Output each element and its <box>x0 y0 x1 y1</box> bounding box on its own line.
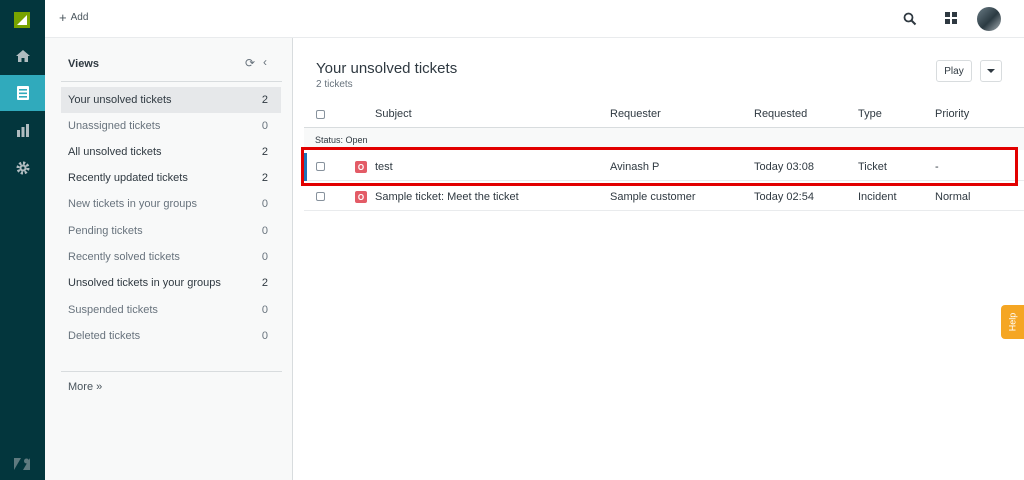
view-label: New tickets in your groups <box>68 198 197 210</box>
column-subject[interactable]: Subject <box>375 108 412 120</box>
zendesk-logo[interactable] <box>12 9 34 31</box>
column-priority[interactable]: Priority <box>935 108 969 120</box>
status-badge: O <box>355 191 367 203</box>
view-label: Suspended tickets <box>68 304 158 316</box>
select-all-checkbox[interactable] <box>316 110 325 119</box>
search-icon[interactable] <box>903 12 917 26</box>
plus-icon: + <box>59 9 67 25</box>
view-label: Pending tickets <box>68 225 143 237</box>
view-label: Recently solved tickets <box>68 251 180 263</box>
left-rail <box>0 0 45 480</box>
views-panel: Views ⟳ ‹ Your unsolved tickets 2 Unassi… <box>45 38 293 480</box>
main-content: Your unsolved tickets 2 tickets Play Sub… <box>293 38 1024 480</box>
row-checkbox[interactable] <box>316 192 325 201</box>
view-unsolved-tickets-in-your-groups[interactable]: Unsolved tickets in your groups 2 <box>61 270 281 296</box>
table-header: Subject Requester Requested Type Priorit… <box>304 100 1024 128</box>
page-title: Your unsolved tickets <box>316 60 458 77</box>
view-count: 2 <box>261 277 268 289</box>
top-bar: + Add <box>45 0 1024 38</box>
view-label: Unsolved tickets in your groups <box>68 277 221 289</box>
view-label: Unassigned tickets <box>68 120 161 132</box>
play-button[interactable]: Play <box>936 60 972 82</box>
ticket-count: 2 tickets <box>316 79 353 90</box>
view-new-tickets-in-your-groups[interactable]: New tickets in your groups 0 <box>61 191 281 217</box>
view-count: 2 <box>261 94 268 106</box>
ticket-requester: Sample customer <box>610 191 696 203</box>
view-unassigned-tickets[interactable]: Unassigned tickets 0 <box>61 113 281 139</box>
help-button[interactable]: Help <box>1001 305 1024 339</box>
view-deleted-tickets[interactable]: Deleted tickets 0 <box>61 323 281 349</box>
user-avatar[interactable] <box>977 7 1001 31</box>
views-heading: Views <box>68 58 99 70</box>
reporting-icon[interactable] <box>0 112 45 148</box>
apps-grid-icon[interactable] <box>945 12 958 25</box>
view-recently-updated-tickets[interactable]: Recently updated tickets 2 <box>61 165 281 191</box>
view-suspended-tickets[interactable]: Suspended tickets 0 <box>61 297 281 323</box>
view-label: Deleted tickets <box>68 330 141 342</box>
view-count: 0 <box>261 198 268 210</box>
refresh-icon[interactable]: ⟳ <box>245 56 255 70</box>
view-all-unsolved-tickets[interactable]: All unsolved tickets 2 <box>61 139 281 165</box>
view-count: 2 <box>261 146 268 158</box>
ticket-priority: Normal <box>935 191 971 203</box>
view-recently-solved-tickets[interactable]: Recently solved tickets 0 <box>61 244 281 270</box>
view-pending-tickets[interactable]: Pending tickets 0 <box>61 218 281 244</box>
divider <box>61 371 282 372</box>
collapse-chevron-icon[interactable]: ‹ <box>263 55 267 69</box>
more-views-link[interactable]: More » <box>68 381 102 393</box>
view-your-unsolved-tickets[interactable]: Your unsolved tickets 2 <box>61 87 281 113</box>
caret-down-icon <box>987 69 995 73</box>
admin-gear-icon[interactable] <box>0 150 45 186</box>
play-options-dropdown[interactable] <box>980 60 1002 82</box>
column-requester[interactable]: Requester <box>610 108 661 120</box>
view-label: All unsolved tickets <box>68 146 162 158</box>
view-count: 0 <box>261 225 268 237</box>
view-count: 0 <box>261 330 268 342</box>
view-count: 2 <box>261 172 268 184</box>
divider <box>61 81 282 82</box>
view-label: Recently updated tickets <box>68 172 188 184</box>
add-label: Add <box>70 12 89 23</box>
views-icon[interactable] <box>0 75 45 111</box>
view-count: 0 <box>261 120 268 132</box>
ticket-type: Incident <box>858 191 897 203</box>
annotation-highlight-box <box>301 147 1018 186</box>
column-type[interactable]: Type <box>858 108 882 120</box>
help-label: Help <box>1007 312 1018 332</box>
table-row[interactable]: O Sample ticket: Meet the ticket Sample … <box>304 183 1024 211</box>
view-count: 0 <box>261 251 268 263</box>
view-count: 0 <box>261 304 268 316</box>
add-button[interactable]: + Add <box>59 9 89 25</box>
ticket-requested: Today 02:54 <box>754 191 814 203</box>
view-label: Your unsolved tickets <box>68 94 172 106</box>
status-group-label: Status: Open <box>315 135 368 145</box>
column-requested[interactable]: Requested <box>754 108 807 120</box>
ticket-subject[interactable]: Sample ticket: Meet the ticket <box>375 191 519 203</box>
zendesk-z-logo <box>12 456 32 472</box>
home-icon[interactable] <box>0 38 45 74</box>
